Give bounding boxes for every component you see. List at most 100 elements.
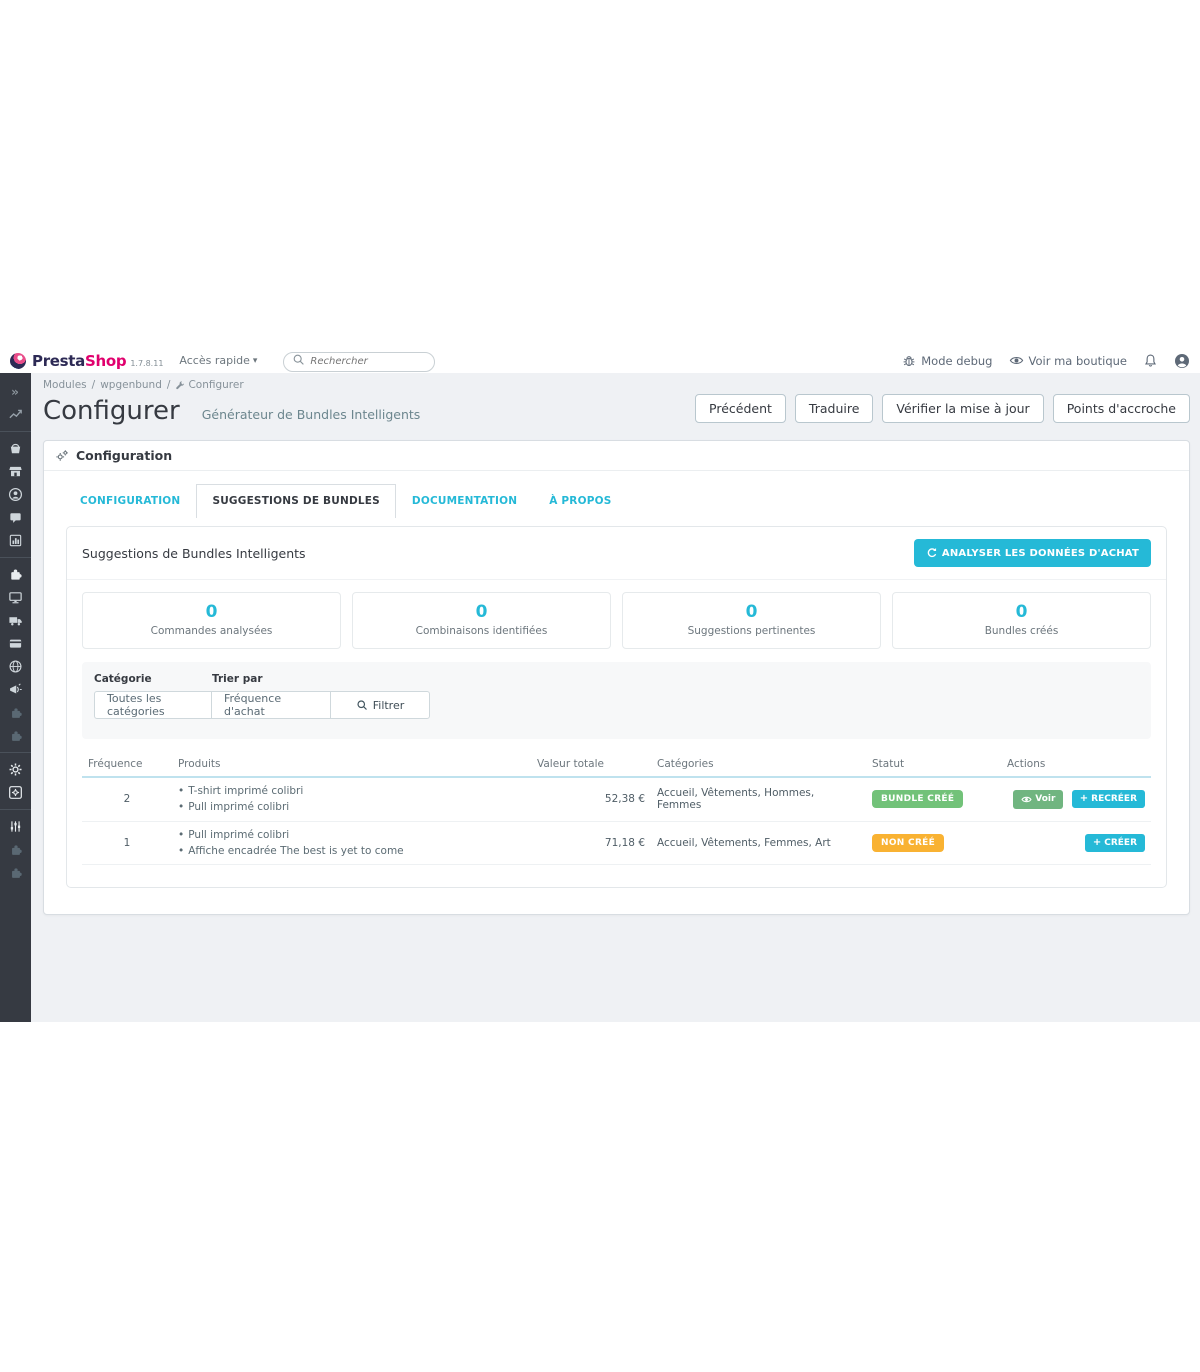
sort-select[interactable]: Fréquence d'achat: [211, 691, 331, 719]
account-avatar[interactable]: [1174, 353, 1190, 369]
stats-row: 0 Commandes analysées 0 Combinaisons ide…: [82, 592, 1151, 649]
view-my-shop[interactable]: Voir ma boutique: [1009, 353, 1128, 368]
category-select[interactable]: Toutes les catégories: [94, 691, 212, 719]
notifications-bell[interactable]: [1143, 353, 1158, 368]
wrench-icon: [175, 380, 185, 390]
suggestions-card: Suggestions de Bundles Intelligents ANAL…: [66, 526, 1167, 888]
design-monitor-icon[interactable]: [0, 586, 31, 609]
view-bundle-button[interactable]: Voir: [1013, 790, 1063, 809]
modules-puzzle-icon[interactable]: [0, 563, 31, 586]
table-header-row: Fréquence Produits Valeur totale Catégor…: [82, 752, 1151, 777]
quick-access-dropdown[interactable]: Accès rapide ▾: [179, 354, 257, 367]
suggestions-card-body: 0 Commandes analysées 0 Combinaisons ide…: [67, 580, 1166, 887]
suggestions-table: Fréquence Produits Valeur totale Catégor…: [82, 752, 1151, 865]
breadcrumb: Modules / wpgenbund / Configurer: [31, 373, 1200, 393]
module-puzzle-icon[interactable]: [0, 701, 31, 724]
shipping-truck-icon[interactable]: [0, 609, 31, 632]
category-filter-label: Catégorie: [94, 673, 212, 685]
plus-icon: +: [1093, 838, 1101, 848]
status-badge: BUNDLE CRÉÉ: [872, 790, 963, 808]
create-bundle-button[interactable]: + CRÉER: [1085, 834, 1145, 852]
module-puzzle-icon[interactable]: [0, 838, 31, 861]
payment-credit-card-icon[interactable]: [0, 632, 31, 655]
col-total-value: Valeur totale: [531, 752, 651, 777]
col-products: Produits: [172, 752, 531, 777]
sidebar-divider: [0, 431, 31, 432]
status-cell: BUNDLE CRÉÉ: [866, 777, 1001, 821]
stat-orders-analyzed: 0 Commandes analysées: [82, 592, 341, 649]
top-header-bar: Presta Shop 1.7.8.11 Accès rapide ▾ Mode…: [0, 348, 1200, 373]
sidebar-divider: [0, 809, 31, 810]
tab-documentation[interactable]: DOCUMENTATION: [396, 484, 533, 518]
main-content: Modules / wpgenbund / Configurer Configu…: [31, 373, 1200, 1022]
experimental-sliders-icon[interactable]: [0, 815, 31, 838]
bell-icon: [1143, 353, 1158, 368]
status-cell: NON CRÉÉ: [866, 821, 1001, 865]
collapse-sidebar-icon[interactable]: »: [0, 380, 31, 403]
refresh-icon: [926, 547, 938, 559]
module-puzzle-icon[interactable]: [0, 861, 31, 884]
orders-basket-icon[interactable]: [0, 437, 31, 460]
table-row: 2 •T-shirt imprimé colibri •Pull imprimé…: [82, 777, 1151, 821]
brand-presta: Presta: [32, 352, 85, 370]
suggestions-title: Suggestions de Bundles Intelligents: [82, 546, 306, 561]
sidebar-nav: »: [0, 373, 31, 1022]
mode-debug[interactable]: Mode debug: [902, 354, 992, 368]
prestashop-admin-app: Presta Shop 1.7.8.11 Accès rapide ▾ Mode…: [0, 348, 1200, 1022]
search-icon: [292, 353, 305, 366]
col-actions: Actions: [1001, 752, 1151, 777]
tab-bar: CONFIGURATION SUGGESTIONS DE BUNDLES DOC…: [44, 471, 1189, 518]
brand-shop: Shop: [85, 352, 126, 370]
stats-chart-icon[interactable]: [0, 529, 31, 552]
module-puzzle-icon[interactable]: [0, 724, 31, 747]
plus-icon: +: [1080, 794, 1088, 804]
recreate-bundle-button[interactable]: + RECRÉER: [1072, 790, 1145, 808]
search-input[interactable]: [283, 352, 435, 372]
tab-a-propos[interactable]: À PROPOS: [533, 484, 627, 518]
brand[interactable]: Presta Shop 1.7.8.11: [32, 352, 163, 370]
stat-combinations-identified: 0 Combinaisons identifiées: [352, 592, 611, 649]
table-row: 1 •Pull imprimé colibri •Affiche encadré…: [82, 821, 1151, 865]
hook-points-button[interactable]: Points d'accroche: [1053, 394, 1190, 423]
actions-cell: Voir + RECRÉER: [1001, 777, 1151, 821]
chevron-down-icon: ▾: [253, 356, 258, 366]
products-cell: •Pull imprimé colibri •Affiche encadrée …: [172, 821, 531, 865]
magnifier-icon: [356, 699, 368, 711]
eye-icon: [1021, 794, 1032, 805]
catalog-storefront-icon[interactable]: [0, 460, 31, 483]
products-cell: •T-shirt imprimé colibri •Pull imprimé c…: [172, 777, 531, 821]
filter-button[interactable]: Filtrer: [330, 691, 430, 719]
breadcrumb-module[interactable]: wpgenbund: [100, 379, 162, 391]
performance-trend-icon[interactable]: [0, 403, 31, 426]
filter-panel: Catégorie Toutes les catégories Trier pa…: [82, 662, 1151, 739]
sidebar-divider: [0, 557, 31, 558]
customer-service-chat-icon[interactable]: [0, 506, 31, 529]
marketing-megaphone-icon[interactable]: [0, 678, 31, 701]
person-icon: [1174, 353, 1190, 369]
breadcrumb-modules[interactable]: Modules: [43, 379, 87, 391]
status-badge: NON CRÉÉ: [872, 834, 944, 852]
shop-parameters-gear-icon[interactable]: [0, 758, 31, 781]
page-toolbar: Précédent Traduire Vérifier la mise à jo…: [695, 394, 1190, 423]
breadcrumb-current: Configurer: [175, 379, 243, 391]
previous-button[interactable]: Précédent: [695, 394, 786, 423]
international-globe-icon[interactable]: [0, 655, 31, 678]
sort-filter-label: Trier par: [212, 673, 331, 685]
translate-button[interactable]: Traduire: [795, 394, 873, 423]
eye-icon: [1009, 353, 1024, 368]
analyze-purchase-data-button[interactable]: ANALYSER LES DONNÉES D'ACHAT: [914, 539, 1151, 567]
bug-icon: [902, 354, 916, 368]
col-status: Statut: [866, 752, 1001, 777]
advanced-parameters-icon[interactable]: [0, 781, 31, 804]
version-label: 1.7.8.11: [130, 359, 163, 368]
page-title: Configurer: [43, 397, 180, 426]
check-update-button[interactable]: Vérifier la mise à jour: [882, 394, 1043, 423]
tab-suggestions-de-bundles[interactable]: SUGGESTIONS DE BUNDLES: [196, 484, 395, 518]
prestashop-logo-icon[interactable]: [10, 353, 26, 369]
stat-relevant-suggestions: 0 Suggestions pertinentes: [622, 592, 881, 649]
suggestions-card-header: Suggestions de Bundles Intelligents ANAL…: [67, 527, 1166, 580]
page-header: Configurer Générateur de Bundles Intelli…: [31, 393, 1200, 426]
customers-icon[interactable]: [0, 483, 31, 506]
tab-configuration[interactable]: CONFIGURATION: [64, 484, 196, 518]
sidebar-divider: [0, 752, 31, 753]
